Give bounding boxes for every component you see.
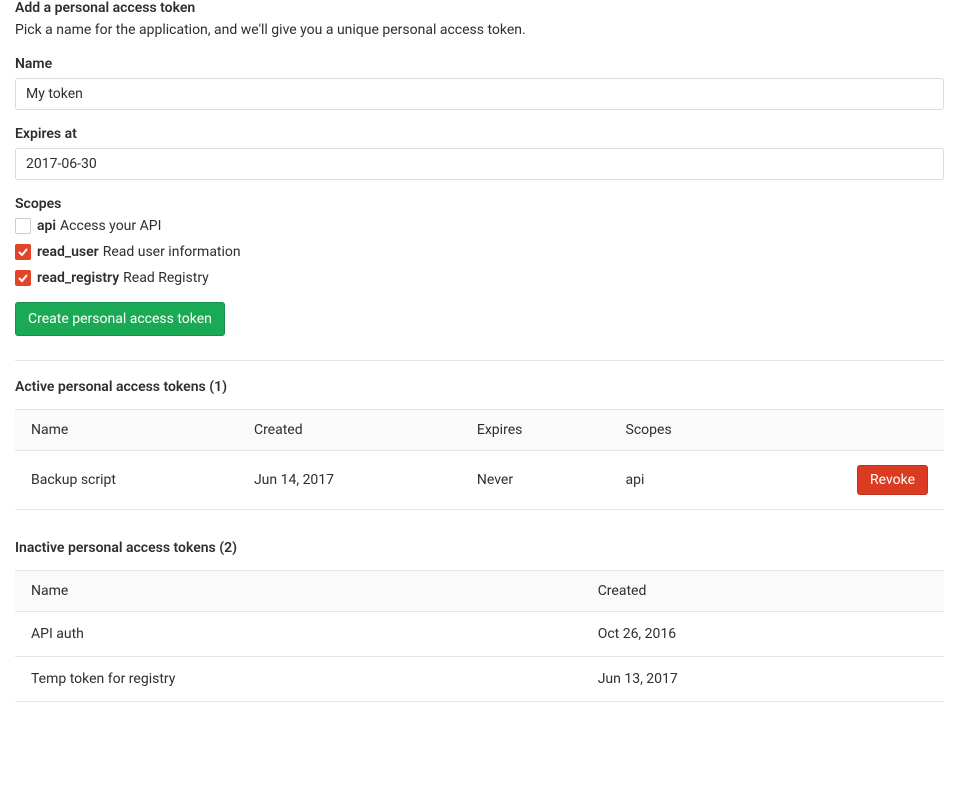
scope-checkbox-read_registry[interactable]	[15, 270, 31, 286]
col-created: Created	[238, 410, 461, 451]
scope-desc: Access your API	[60, 218, 161, 234]
col-name: Name	[15, 410, 238, 451]
cell-action: Revoke	[833, 451, 944, 510]
cell-name: Temp token for registry	[15, 657, 582, 702]
inactive-tokens-title: Inactive personal access tokens (2)	[15, 540, 944, 556]
table-row: API authOct 26, 2016	[15, 612, 944, 657]
cell-name: API auth	[15, 612, 582, 657]
scope-row-api: apiAccess your API	[15, 218, 944, 234]
scope-row-read_registry: read_registryRead Registry	[15, 270, 944, 286]
active-tokens-title: Active personal access tokens (1)	[15, 379, 944, 395]
add-token-title: Add a personal access token	[15, 0, 944, 16]
inactive-tokens-table: Name Created API authOct 26, 2016Temp to…	[15, 570, 944, 702]
active-tokens-table: Name Created Expires Scopes Backup scrip…	[15, 409, 944, 510]
name-label: Name	[15, 56, 944, 72]
name-input[interactable]	[15, 78, 944, 110]
scope-label: read_user	[37, 244, 99, 260]
expires-input[interactable]	[15, 148, 944, 180]
revoke-button[interactable]: Revoke	[857, 465, 928, 495]
scope-label: api	[37, 218, 56, 234]
col-name: Name	[15, 571, 582, 612]
scope-desc: Read user information	[103, 244, 241, 260]
scope-checkbox-read_user[interactable]	[15, 244, 31, 260]
cell-name: Backup script	[15, 451, 238, 510]
cell-created: Jun 14, 2017	[238, 451, 461, 510]
scope-checkbox-api[interactable]	[15, 218, 31, 234]
divider	[15, 360, 944, 361]
cell-scopes: api	[610, 451, 833, 510]
col-expires: Expires	[461, 410, 610, 451]
cell-created: Jun 13, 2017	[582, 657, 944, 702]
table-row: Backup scriptJun 14, 2017Neverapi Revoke	[15, 451, 944, 510]
col-scopes: Scopes	[610, 410, 833, 451]
scopes-label: Scopes	[15, 196, 944, 212]
cell-created: Oct 26, 2016	[582, 612, 944, 657]
expires-label: Expires at	[15, 126, 944, 142]
create-token-button[interactable]: Create personal access token	[15, 302, 225, 336]
scope-row-read_user: read_userRead user information	[15, 244, 944, 260]
add-token-desc: Pick a name for the application, and we'…	[15, 22, 944, 38]
table-row: Temp token for registryJun 13, 2017	[15, 657, 944, 702]
scope-desc: Read Registry	[123, 270, 209, 286]
check-icon	[18, 273, 28, 283]
col-created: Created	[582, 571, 944, 612]
cell-expires: Never	[461, 451, 610, 510]
scope-label: read_registry	[37, 270, 119, 286]
check-icon	[18, 247, 28, 257]
